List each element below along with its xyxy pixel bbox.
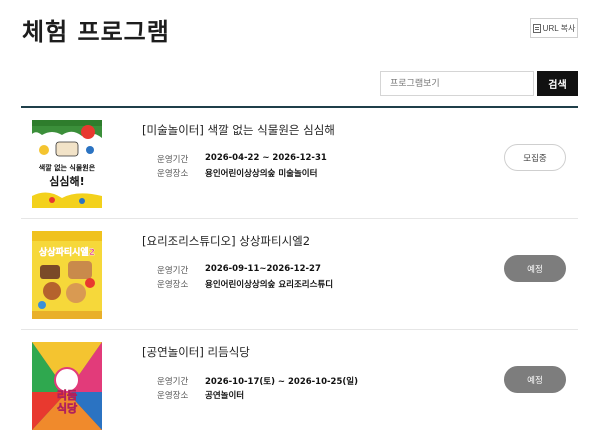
program-list-item: 리듬 식당 [공연놀이터] 리듬식당 운영기간 2026-10-17(토) ~ … [21,330,578,434]
page-title: 체험 프로그램 [22,18,170,46]
place-label: 운영장소 [157,391,189,401]
period-value: 2026-09-11~2026-12-27 [205,264,321,274]
program-place: 운영장소 용인어린이상상의숲 미술놀이터 [157,167,317,179]
svg-text:색깔 없는 식물원은: 색깔 없는 식물원은 [39,163,96,172]
search-input[interactable] [380,71,534,96]
place-label: 운영장소 [157,169,189,179]
program-poster-art[interactable]: 색깔 없는 식물원은 심심해! [32,120,102,208]
program-period: 운영기간 2026-10-17(토) ~ 2026-10-25(일) [157,375,358,387]
program-poster-image: 색깔 없는 식물원은 심심해! [32,120,102,208]
svg-text:심심해!: 심심해! [49,174,84,188]
place-label: 운영장소 [157,280,189,290]
program-place: 운영장소 공연놀이터 [157,389,244,401]
period-value: 2026-04-22 ~ 2026-12-31 [205,153,327,163]
period-value: 2026-10-17(토) ~ 2026-10-25(일) [205,377,358,387]
svg-text:리듬: 리듬 [57,388,77,402]
program-title[interactable]: [공연놀이터] 리듬식당 [142,344,250,360]
period-label: 운영기간 [157,155,189,165]
url-copy-button[interactable]: URL 복사 [530,18,578,38]
search-button[interactable]: 검색 [537,71,578,96]
place-value: 용인어린이상상의숲 요리조리스튜디 [205,280,334,290]
status-badge[interactable]: 예정 [504,255,566,282]
program-title[interactable]: [요리조리스튜디오] 상상파티시엘2 [142,233,310,249]
period-label: 운영기간 [157,266,189,276]
status-badge[interactable]: 모집중 [504,144,566,171]
url-copy-label: URL 복사 [542,23,576,33]
copy-icon [532,23,541,33]
program-list-item: 상상파티시엘2 [요리조리스튜디오] 상상파티시엘2 운영기간 2026-09-… [21,219,578,330]
place-value: 공연놀이터 [205,391,245,401]
program-period: 운영기간 2026-04-22 ~ 2026-12-31 [157,153,327,165]
program-poster-image: 리듬 식당 [32,342,102,430]
program-place: 운영장소 용인어린이상상의숲 요리조리스튜디 [157,278,333,290]
svg-text:식당: 식당 [57,401,77,415]
period-label: 운영기간 [157,377,189,387]
program-period: 운영기간 2026-09-11~2026-12-27 [157,264,321,276]
program-poster-image: 상상파티시엘2 [32,231,102,319]
status-badge[interactable]: 예정 [504,366,566,393]
program-poster-art[interactable]: 상상파티시엘2 [32,231,102,319]
program-list-item: 색깔 없는 식물원은 심심해! [미술놀이터] 색깔 없는 식물원은 심심해 운… [21,108,578,219]
place-value: 용인어린이상상의숲 미술놀이터 [205,169,318,179]
svg-text:상상파티시엘2: 상상파티시엘2 [39,246,95,258]
program-poster-art[interactable]: 리듬 식당 [32,342,102,430]
program-title[interactable]: [미술놀이터] 색깔 없는 식물원은 심심해 [142,122,335,138]
